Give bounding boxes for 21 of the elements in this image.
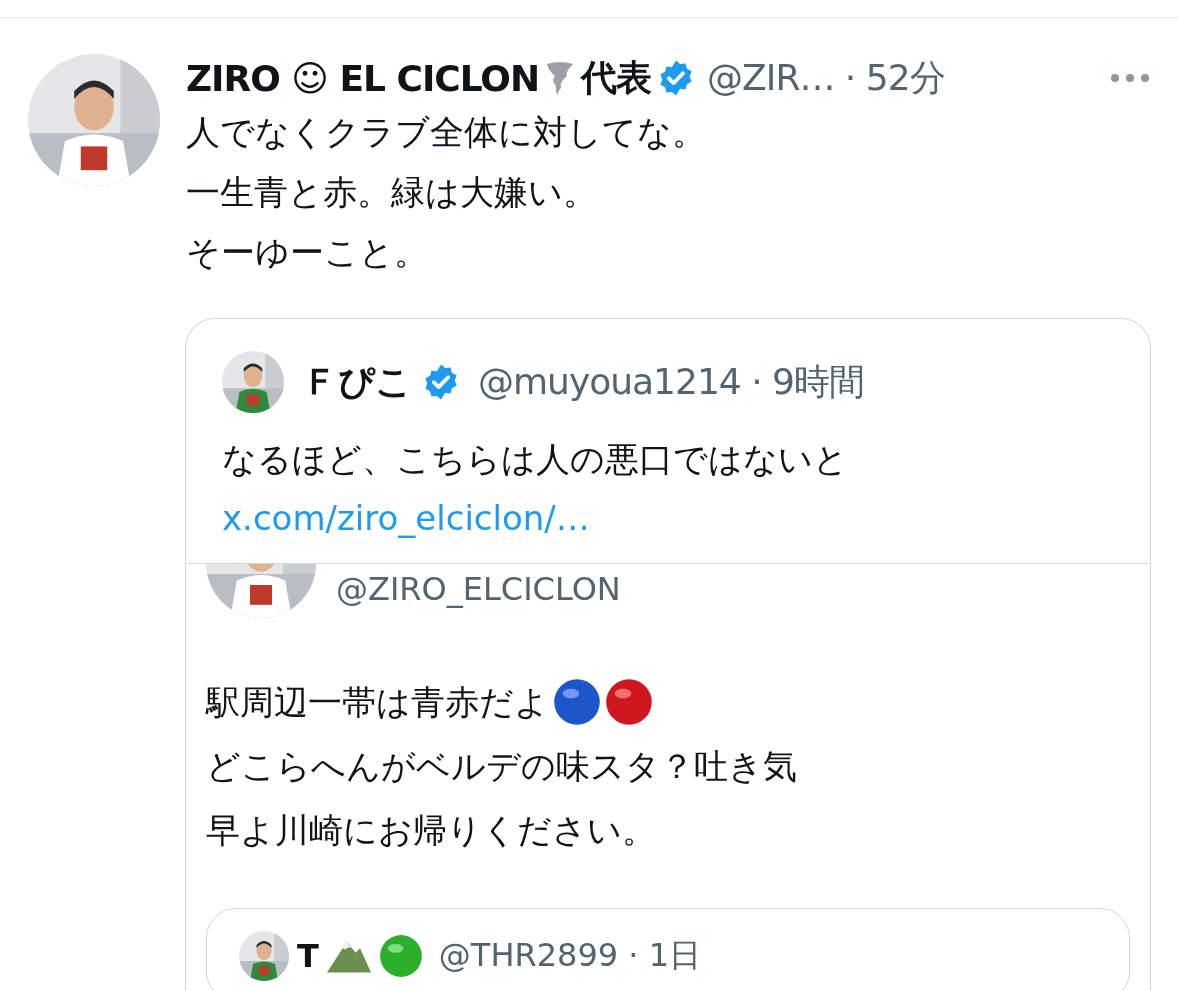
embedded-text: 早よ川崎にお帰りください。 bbox=[206, 809, 656, 852]
author-name[interactable]: Ｆぴこ bbox=[302, 357, 412, 407]
tweet-text: そーゆーこと。 bbox=[186, 231, 429, 274]
tweet-text: 一生青と赤。緑は大嫌い。 bbox=[186, 171, 598, 214]
author-name[interactable]: ZIRO ☺ EL CICLON bbox=[186, 57, 540, 99]
circle-icon bbox=[378, 934, 423, 978]
tweet-meta: @THR2899 · 1日 bbox=[438, 935, 701, 976]
author-name[interactable]: T bbox=[297, 937, 319, 975]
embedded-text: どこらへんがベルデの味スタ？吐き気 bbox=[206, 745, 797, 788]
circle-icon bbox=[553, 678, 601, 726]
more-icon[interactable] bbox=[1109, 73, 1151, 83]
quote-text: なるほど、こちらは人の悪口ではないと bbox=[222, 438, 849, 481]
embedded-text: 駅周辺一帯は青赤だよ bbox=[206, 681, 549, 724]
author-handle[interactable]: @ZIRO_ELCICLON bbox=[336, 570, 621, 608]
tornado-icon bbox=[545, 59, 576, 97]
quote-card[interactable]: Ｆぴこ @muyoua1214 · 9時間 なるほど、こちらは人の悪口ではないと x.com/ziro_elciclon/… @ZIRO_ELCICLON 駅周辺一帯は青赤だよ どこらへんがベルデの味スタ？吐き気 早よ川崎にお帰りください。 T @THR2899 · 1日 bbox=[185, 318, 1151, 991]
tweet-meta: @ZIR… · 52分 bbox=[707, 55, 945, 100]
tweet-meta: @muyoua1214 · 9時間 bbox=[478, 359, 864, 404]
circle-icon bbox=[605, 678, 653, 726]
author-title: 代表 bbox=[581, 55, 652, 100]
tweet-text: 人でなくクラブ全体に対してな。 bbox=[186, 111, 707, 154]
